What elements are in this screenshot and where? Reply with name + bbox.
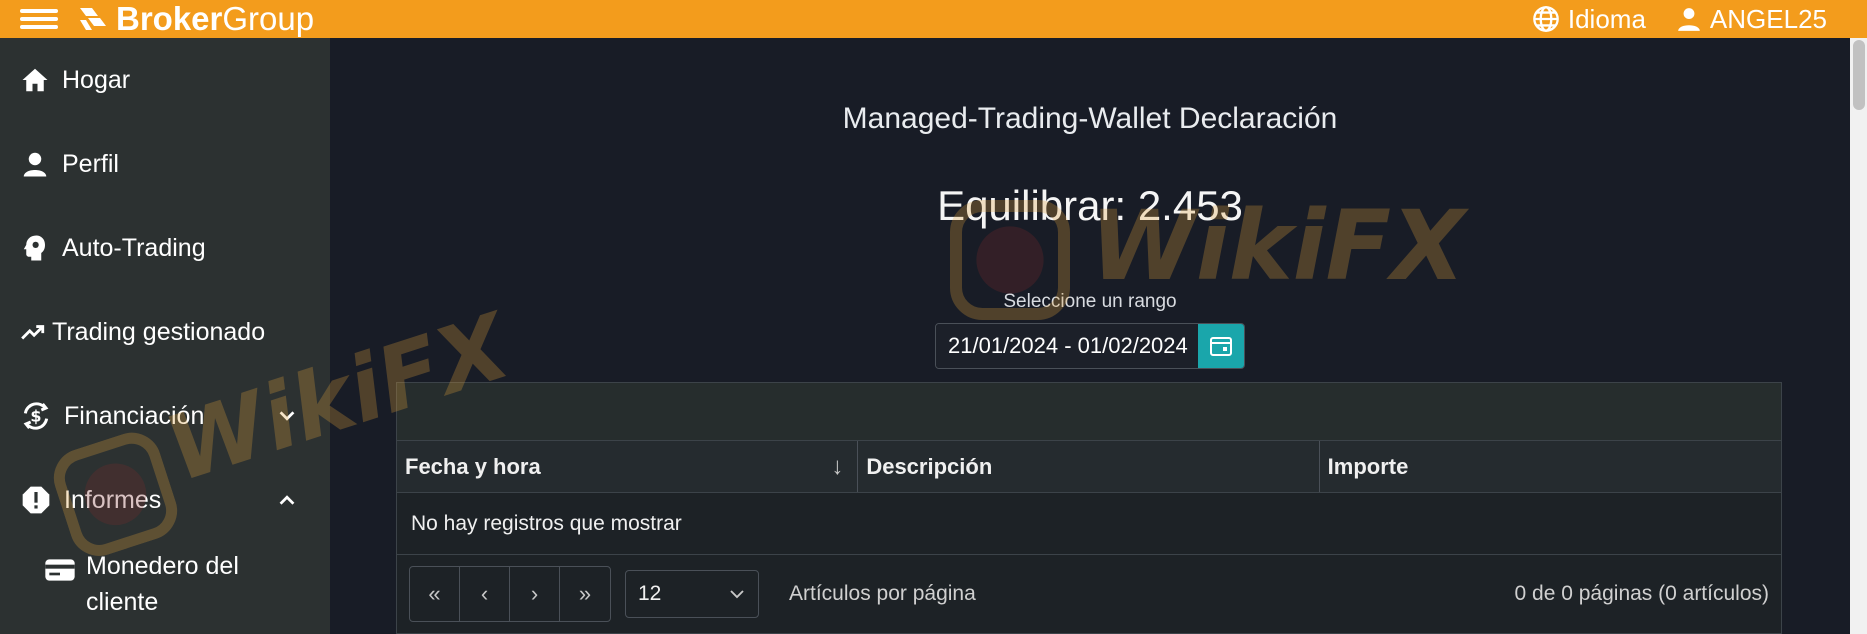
sidebar-item-managed-trading[interactable]: Trading gestionado [0, 290, 330, 374]
person-icon [23, 152, 47, 177]
previous-page-button[interactable]: ‹ [460, 567, 510, 621]
sidebar-item-label: Perfil [62, 149, 119, 178]
menu-toggle-button[interactable] [20, 5, 58, 33]
top-bar-actions: Idioma ANGEL25 [1502, 4, 1827, 35]
sidebar-item-label: Trading gestionado [52, 317, 266, 346]
sidebar-subitem-client-wallet[interactable]: Monedero del cliente [0, 542, 330, 620]
sidebar-item-label: Hogar [62, 65, 131, 94]
empty-message: No hay registros que mostrar [397, 493, 1781, 555]
calendar-button[interactable] [1198, 324, 1244, 368]
brain-icon [23, 235, 45, 261]
brand-logo[interactable]: Broker Group [78, 0, 314, 38]
svg-text:$: $ [30, 406, 41, 425]
page-size-select[interactable]: 12 [625, 570, 759, 618]
brand-name-light: Group [222, 0, 315, 37]
statement-table: Fecha y hora ↓ Descripción Importe No ha… [396, 382, 1782, 634]
column-header-label: Descripción [866, 453, 993, 479]
sidebar-item-reports[interactable]: Informes [0, 458, 330, 542]
column-header-description[interactable]: Descripción [858, 441, 1320, 492]
globe-icon [1533, 6, 1559, 32]
alert-icon [22, 486, 50, 514]
currency-exchange-icon: $ [23, 402, 49, 430]
pager: « ‹ › » 12 Artículos por página 0 de 0 p… [397, 555, 1781, 633]
column-header-label: Importe [1327, 453, 1409, 479]
menu-icon-line [20, 25, 58, 29]
language-button[interactable]: Idioma [1532, 4, 1646, 35]
wallet-icon [45, 559, 75, 581]
sidebar-item-label: Auto-Trading [62, 233, 206, 262]
menu-icon-line [20, 9, 58, 13]
menu-icon-line [20, 17, 58, 21]
balance-display: Equilibrar: 2.453 [937, 182, 1243, 229]
column-header-label: Fecha y hora [405, 453, 541, 479]
brand-name-bold: Broker [116, 0, 223, 37]
date-range-label: Seleccione un rango [1003, 291, 1177, 312]
chevron-down-icon[interactable] [276, 405, 298, 427]
calendar-icon [1210, 337, 1232, 356]
user-menu-button[interactable]: ANGEL25 [1676, 4, 1827, 35]
column-header-amount[interactable]: Importe [1320, 441, 1781, 492]
per-page-label: Artículos por página [789, 582, 976, 605]
trending-up-icon [21, 325, 45, 340]
date-range-input[interactable]: 21/01/2024 - 01/02/2024 [936, 324, 1198, 368]
sidebar-item-financing[interactable]: $ Financiación [0, 374, 330, 458]
sidebar-item-label: Financiación [64, 401, 205, 430]
next-page-button[interactable]: › [510, 567, 560, 621]
user-name: ANGEL25 [1709, 3, 1827, 34]
main-content: Managed-Trading-Wallet Declaración Equil… [330, 38, 1850, 634]
first-page-button[interactable]: « [410, 567, 460, 621]
chevron-up-icon[interactable] [276, 489, 298, 511]
chevron-down-icon [730, 590, 744, 599]
sidebar: Hogar Perfil Auto-Trading Trading gestio… [0, 38, 330, 634]
table-toolbar [397, 383, 1781, 441]
sort-arrow-icon[interactable]: ↓ [831, 453, 843, 481]
page-size-value: 12 [638, 582, 662, 605]
sidebar-item-label: Monedero del cliente [86, 552, 239, 616]
home-icon [22, 68, 48, 92]
table-header: Fecha y hora ↓ Descripción Importe [397, 441, 1781, 493]
brand-logo-icon [80, 8, 106, 30]
last-page-button[interactable]: » [560, 567, 610, 621]
sidebar-item-home[interactable]: Hogar [0, 38, 330, 122]
language-label: Idioma [1567, 3, 1646, 34]
pager-buttons: « ‹ › » [409, 566, 611, 622]
sidebar-item-label: Informes [64, 485, 162, 514]
page-scrollbar[interactable] [1850, 38, 1867, 634]
date-range-picker: 21/01/2024 - 01/02/2024 [935, 323, 1245, 369]
sidebar-item-auto-trading[interactable]: Auto-Trading [0, 206, 330, 290]
person-icon [1678, 8, 1700, 31]
top-bar: Broker Group Idioma ANGEL25 [0, 0, 1867, 38]
column-header-date[interactable]: Fecha y hora ↓ [397, 441, 859, 492]
sidebar-item-profile[interactable]: Perfil [0, 122, 330, 206]
page-title: Managed-Trading-Wallet Declaración [842, 102, 1338, 135]
page-info: 0 de 0 páginas (0 artículos) [1514, 582, 1769, 605]
page-scrollbar-thumb[interactable] [1853, 40, 1865, 110]
